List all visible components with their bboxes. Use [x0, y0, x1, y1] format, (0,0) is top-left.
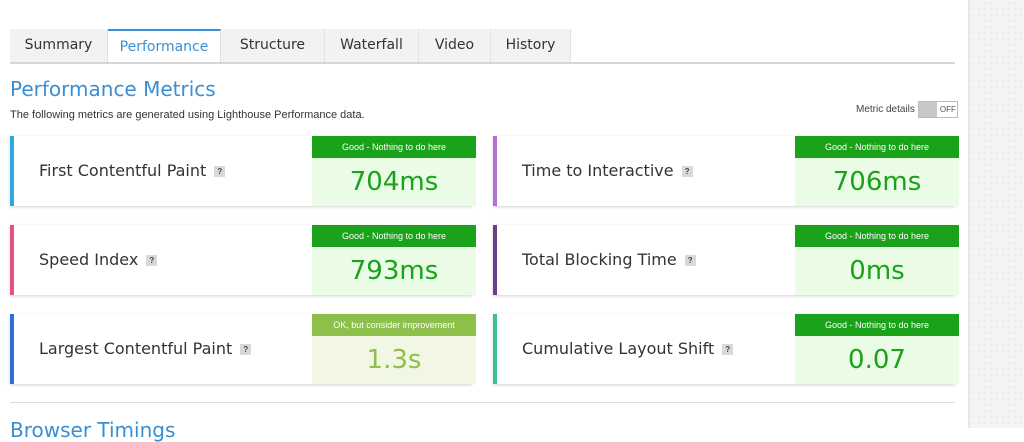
- help-icon[interactable]: ?: [722, 344, 734, 355]
- metric-card-largest-contentful-paint: Largest Contentful Paint? OK, but consid…: [10, 314, 476, 384]
- toggle-state: OFF: [939, 105, 956, 114]
- metric-card-time-to-interactive: Time to Interactive? Good - Nothing to d…: [493, 136, 959, 206]
- help-icon[interactable]: ?: [214, 166, 226, 177]
- help-icon[interactable]: ?: [684, 255, 696, 266]
- section-title: Performance Metrics: [10, 77, 216, 101]
- grade-badge: OK, but consider improvement: [312, 314, 476, 336]
- metric-value: 706ms: [832, 167, 922, 197]
- metric-value: 793ms: [349, 256, 439, 286]
- metric-label: Time to Interactive?: [522, 136, 693, 206]
- metric-value: 1.3s: [366, 345, 422, 375]
- tab-history[interactable]: History: [491, 29, 571, 62]
- metric-card-cumulative-layout-shift: Cumulative Layout Shift? Good - Nothing …: [493, 314, 959, 384]
- metric-grade: Good - Nothing to do here 793ms: [312, 225, 476, 295]
- tab-video[interactable]: Video: [419, 29, 491, 62]
- metric-label: First Contentful Paint?: [39, 136, 226, 206]
- metric-details-label: Metric details: [856, 104, 915, 115]
- metric-card-total-blocking-time: Total Blocking Time? Good - Nothing to d…: [493, 225, 959, 295]
- report-tabs: Summary Performance Structure Waterfall …: [10, 29, 571, 64]
- metric-details-toggle[interactable]: OFF: [917, 101, 958, 118]
- metric-label: Total Blocking Time?: [522, 225, 696, 295]
- help-icon[interactable]: ?: [240, 344, 252, 355]
- metric-label: Largest Contentful Paint?: [39, 314, 252, 384]
- grade-badge: Good - Nothing to do here: [312, 225, 476, 247]
- metric-value: 0ms: [849, 256, 905, 286]
- metric-grade: OK, but consider improvement 1.3s: [312, 314, 476, 384]
- next-section-title: Browser Timings: [10, 418, 176, 442]
- tabs-underline: [10, 62, 955, 64]
- metric-card-speed-index: Speed Index? Good - Nothing to do here 7…: [10, 225, 476, 295]
- toggle-knob: [918, 102, 937, 117]
- metric-details-control: Metric details OFF: [856, 101, 958, 118]
- metric-value: 704ms: [349, 167, 439, 197]
- tab-summary[interactable]: Summary: [10, 29, 108, 62]
- grade-badge: Good - Nothing to do here: [795, 225, 959, 247]
- section-subtitle: The following metrics are generated usin…: [10, 109, 365, 121]
- grade-badge: Good - Nothing to do here: [795, 314, 959, 336]
- metric-card-first-contentful-paint: First Contentful Paint? Good - Nothing t…: [10, 136, 476, 206]
- metric-value: 0.07: [848, 345, 906, 375]
- tab-structure[interactable]: Structure: [221, 29, 325, 62]
- help-icon[interactable]: ?: [146, 255, 158, 266]
- metric-grade: Good - Nothing to do here 0.07: [795, 314, 959, 384]
- metric-grade: Good - Nothing to do here 0ms: [795, 225, 959, 295]
- grade-badge: Good - Nothing to do here: [795, 136, 959, 158]
- grade-badge: Good - Nothing to do here: [312, 136, 476, 158]
- section-divider: [10, 402, 955, 403]
- metric-label: Speed Index?: [39, 225, 158, 295]
- tab-performance[interactable]: Performance: [108, 29, 221, 62]
- help-icon[interactable]: ?: [681, 166, 693, 177]
- tab-waterfall[interactable]: Waterfall: [325, 29, 419, 62]
- metric-label: Cumulative Layout Shift?: [522, 314, 734, 384]
- metric-grade: Good - Nothing to do here 704ms: [312, 136, 476, 206]
- page-background: [970, 0, 1024, 428]
- metric-grade: Good - Nothing to do here 706ms: [795, 136, 959, 206]
